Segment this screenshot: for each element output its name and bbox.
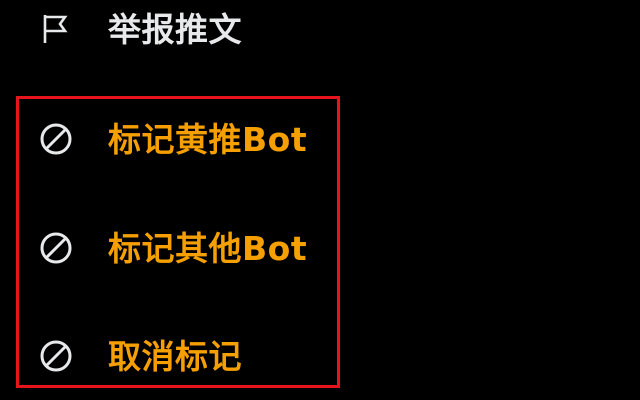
block-icon: [34, 226, 78, 270]
report-tweet-menu-item[interactable]: 举报推文: [0, 1, 640, 57]
mark-other-bot-label: 标记其他Bot: [108, 228, 308, 268]
mark-nsfw-bot-label: 标记黄推Bot: [108, 119, 308, 159]
report-tweet-label: 举报推文: [108, 9, 242, 49]
mark-other-bot-menu-item[interactable]: 标记其他Bot: [0, 220, 640, 276]
mark-nsfw-bot-menu-item[interactable]: 标记黄推Bot: [0, 111, 640, 167]
unmark-label: 取消标记: [108, 336, 242, 376]
flag-icon: [34, 7, 78, 51]
block-icon: [34, 334, 78, 378]
unmark-menu-item[interactable]: 取消标记: [0, 328, 640, 384]
block-icon: [34, 117, 78, 161]
